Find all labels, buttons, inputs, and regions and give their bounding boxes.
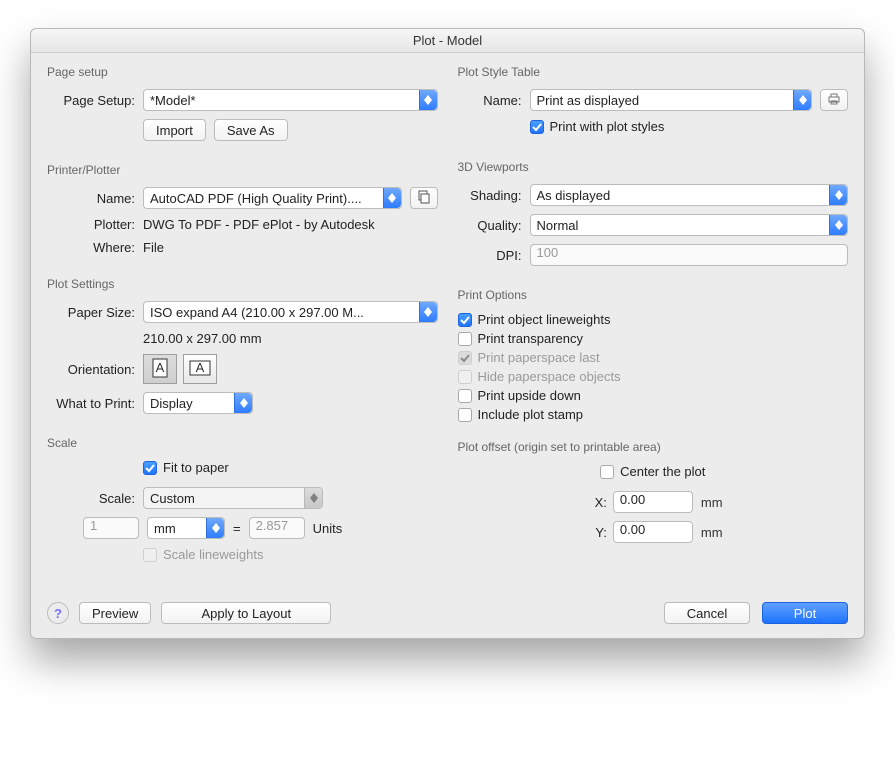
where-value: File <box>143 240 164 255</box>
print-with-plot-styles-checkbox[interactable]: Print with plot styles <box>530 119 665 134</box>
scale-units-label: Units <box>313 521 343 536</box>
plot-settings-legend: Plot Settings <box>47 277 438 291</box>
copy-icon <box>417 190 431 207</box>
plot-button[interactable]: Plot <box>762 602 848 624</box>
svg-text:A: A <box>156 360 165 375</box>
offset-x-label: X: <box>583 495 607 510</box>
save-as-button[interactable]: Save As <box>214 119 288 141</box>
viewports-group: 3D Viewports Shading: As displayed Quali… <box>458 160 849 274</box>
center-plot-checkbox[interactable]: Center the plot <box>600 464 705 479</box>
plotter-label: Plotter: <box>47 217 143 232</box>
scale-lineweights-checkbox: Scale lineweights <box>143 547 263 562</box>
portrait-icon: A <box>152 358 168 381</box>
preview-button[interactable]: Preview <box>79 602 151 624</box>
scale-numerator-input: 1 <box>83 517 139 539</box>
scale-denominator-input: 2.857 <box>249 517 305 539</box>
import-button[interactable]: Import <box>143 119 206 141</box>
help-button[interactable]: ? <box>47 602 69 624</box>
orientation-landscape-toggle[interactable]: A <box>183 354 217 384</box>
paper-size-label: Paper Size: <box>47 305 143 320</box>
plot-offset-group: Plot offset (origin set to printable are… <box>458 440 849 551</box>
print-options-legend: Print Options <box>458 288 849 302</box>
shading-select[interactable]: As displayed <box>530 184 849 206</box>
offset-y-label: Y: <box>583 525 607 540</box>
offset-x-unit: mm <box>701 495 723 510</box>
orientation-portrait-toggle[interactable]: A <box>143 354 177 384</box>
scale-group: Scale Fit to paper Scale: Custom <box>47 436 438 574</box>
printer-group: Printer/Plotter Name: AutoCAD PDF (High … <box>47 163 438 263</box>
plot-style-edit-button[interactable] <box>820 89 848 111</box>
print-lineweights-checkbox[interactable]: Print object lineweights <box>458 312 849 327</box>
offset-y-unit: mm <box>701 525 723 540</box>
svg-text:A: A <box>196 360 205 375</box>
paper-dimensions: 210.00 x 297.00 mm <box>143 331 262 346</box>
include-plot-stamp-checkbox[interactable]: Include plot stamp <box>458 407 849 422</box>
plotter-value: DWG To PDF - PDF ePlot - by Autodesk <box>143 217 375 232</box>
quality-select[interactable]: Normal <box>530 214 849 236</box>
orientation-label: Orientation: <box>47 362 143 377</box>
page-setup-label: Page Setup: <box>47 93 143 108</box>
dpi-input: 100 <box>530 244 849 266</box>
page-setup-select[interactable]: *Model* <box>143 89 438 111</box>
landscape-icon: A <box>189 360 211 379</box>
page-setup-group: Page setup Page Setup: *Model* Import Sa… <box>47 65 438 149</box>
printer-name-select[interactable]: AutoCAD PDF (High Quality Print).... <box>143 187 402 209</box>
scale-unit-select[interactable]: mm <box>147 517 225 539</box>
page-setup-legend: Page setup <box>47 65 438 79</box>
shading-label: Shading: <box>458 188 530 203</box>
scale-label: Scale: <box>47 491 143 506</box>
print-paperspace-last-checkbox: Print paperspace last <box>458 350 849 365</box>
offset-x-input[interactable]: 0.00 <box>613 491 693 513</box>
quality-label: Quality: <box>458 218 530 233</box>
apply-to-layout-button[interactable]: Apply to Layout <box>161 602 331 624</box>
scale-legend: Scale <box>47 436 438 450</box>
print-transparency-checkbox[interactable]: Print transparency <box>458 331 849 346</box>
print-upside-down-checkbox[interactable]: Print upside down <box>458 388 849 403</box>
printer-legend: Printer/Plotter <box>47 163 438 177</box>
printer-properties-button[interactable] <box>410 187 438 209</box>
printer-icon <box>827 93 841 108</box>
viewports-legend: 3D Viewports <box>458 160 849 174</box>
scale-select: Custom <box>143 487 323 509</box>
plot-style-group: Plot Style Table Name: Print as displaye… <box>458 65 849 146</box>
plot-settings-group: Plot Settings Paper Size: ISO expand A4 … <box>47 277 438 422</box>
plot-style-select[interactable]: Print as displayed <box>530 89 813 111</box>
where-label: Where: <box>47 240 143 255</box>
fit-to-paper-checkbox[interactable]: Fit to paper <box>143 460 229 475</box>
dpi-label: DPI: <box>458 248 530 263</box>
scale-equals: = <box>233 521 241 536</box>
what-to-print-label: What to Print: <box>47 396 143 411</box>
hide-paperspace-checkbox: Hide paperspace objects <box>458 369 849 384</box>
cancel-button[interactable]: Cancel <box>664 602 750 624</box>
offset-y-input[interactable]: 0.00 <box>613 521 693 543</box>
window-title: Plot - Model <box>31 29 864 53</box>
plot-style-name-label: Name: <box>458 93 530 108</box>
printer-name-label: Name: <box>47 191 143 206</box>
plot-offset-legend: Plot offset (origin set to printable are… <box>458 440 849 454</box>
paper-size-select[interactable]: ISO expand A4 (210.00 x 297.00 M... <box>143 301 438 323</box>
plot-style-legend: Plot Style Table <box>458 65 849 79</box>
print-options-group: Print Options Print object lineweights P… <box>458 288 849 426</box>
what-to-print-select[interactable]: Display <box>143 392 253 414</box>
